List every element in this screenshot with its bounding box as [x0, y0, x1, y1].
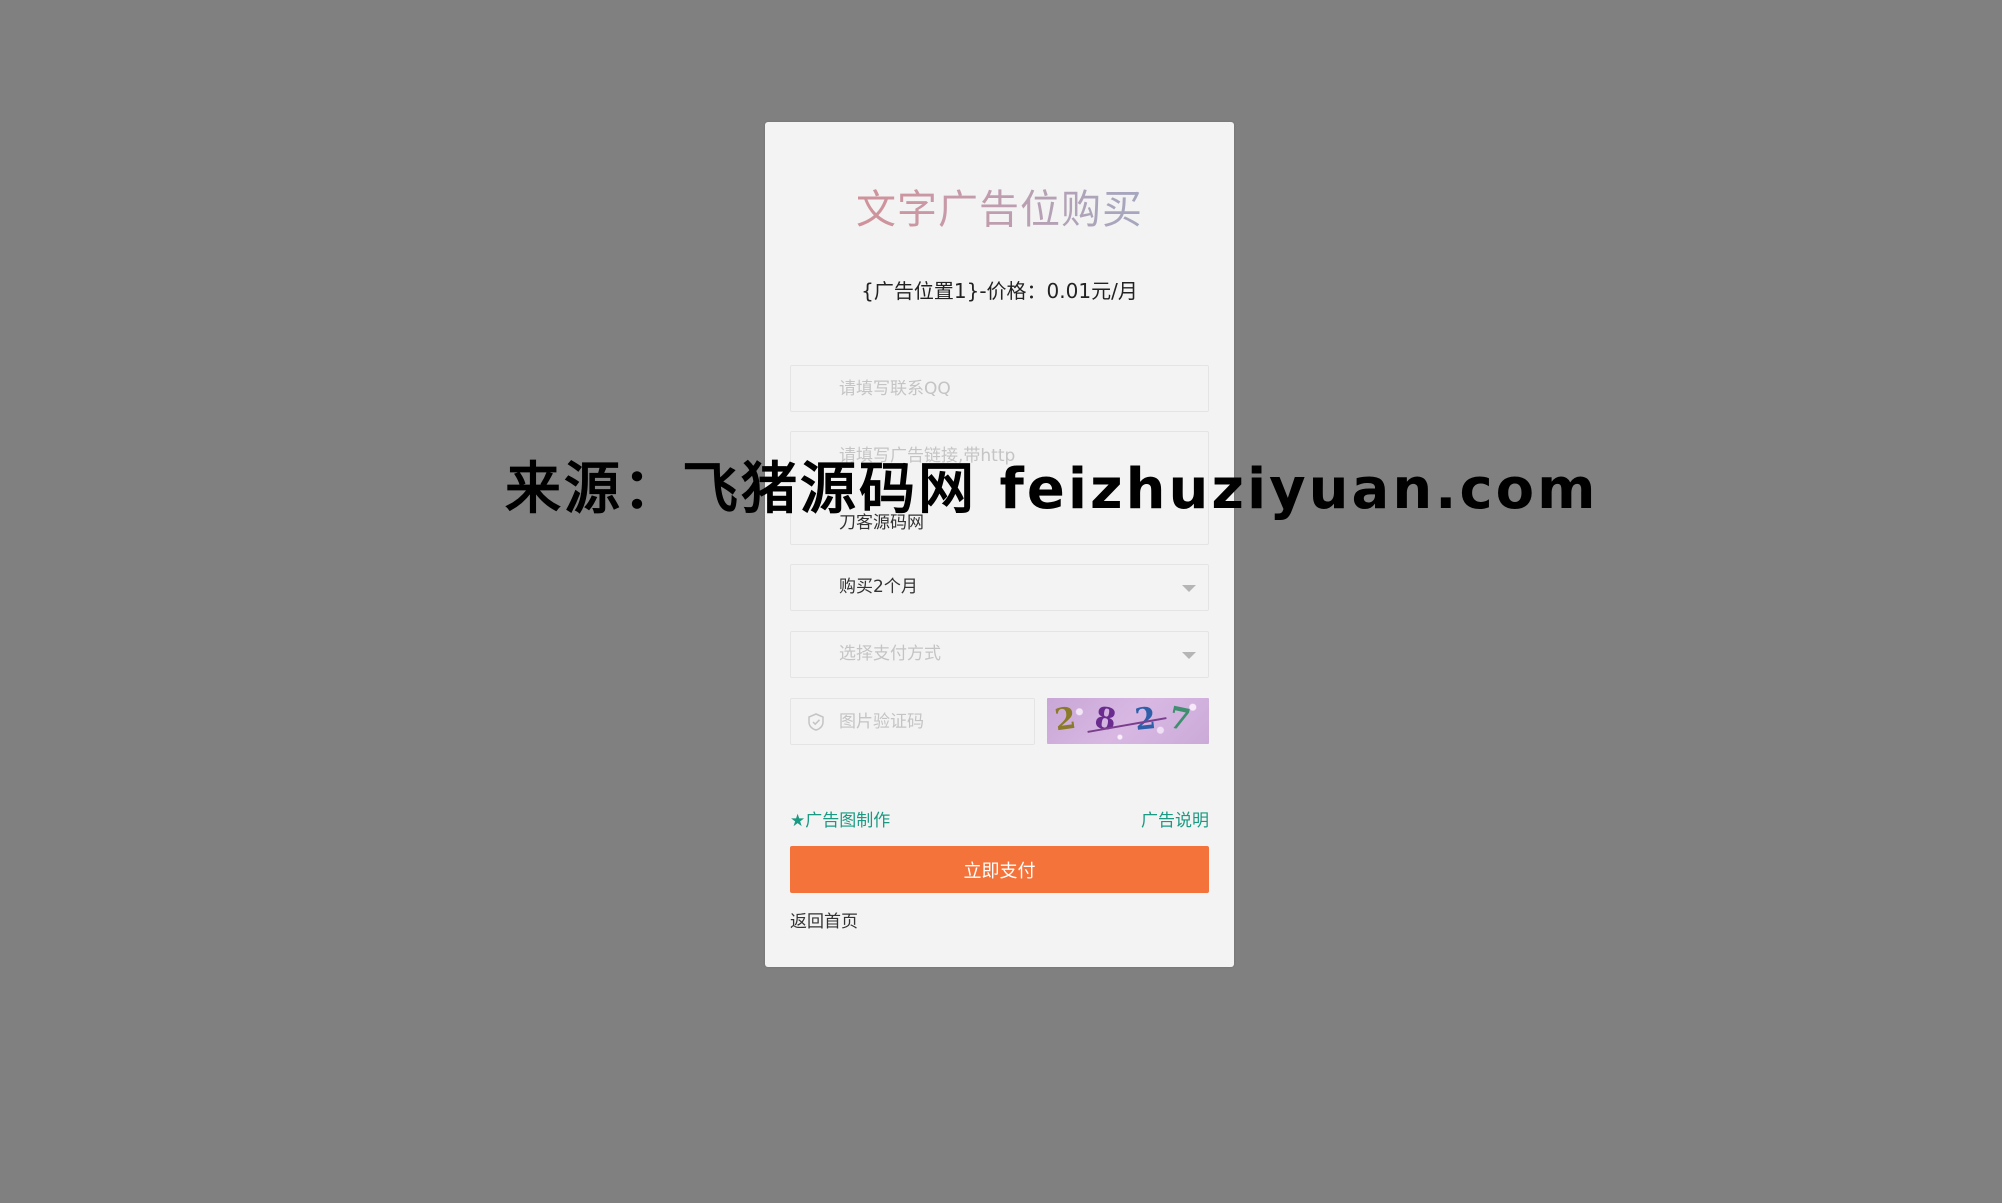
- back-home-link[interactable]: 返回首页: [790, 907, 858, 932]
- captcha-input[interactable]: [791, 699, 1034, 744]
- ad-image-make-link[interactable]: ★广告图制作: [790, 806, 890, 831]
- qq-input[interactable]: [791, 366, 1208, 411]
- caret-down-icon: [1182, 652, 1196, 659]
- month-select-value: 购买2个月: [839, 577, 918, 597]
- ad-purchase-card: 文字广告位购买 {广告位置1}-价格：0.01元/月 刀客源码网 购买2个月 选…: [765, 122, 1234, 967]
- watermark-text: 来源：飞猪源码网 feizhuziyuan.com: [505, 457, 1599, 522]
- month-select[interactable]: 购买2个月: [790, 564, 1209, 611]
- payment-method-select[interactable]: 选择支付方式: [790, 631, 1209, 678]
- qq-field-wrapper: [790, 365, 1209, 412]
- caret-down-icon: [1182, 585, 1196, 592]
- captcha-digit: 7: [1165, 700, 1194, 739]
- page-title: 文字广告位购买: [765, 177, 1234, 235]
- captcha-field-wrapper: [790, 698, 1035, 745]
- pay-now-button[interactable]: 立即支付: [790, 846, 1209, 893]
- ad-description-link[interactable]: 广告说明: [1141, 806, 1209, 831]
- payment-method-placeholder: 选择支付方式: [839, 644, 941, 664]
- price-line: {广告位置1}-价格：0.01元/月: [861, 279, 1138, 303]
- captcha-digit: 2: [1052, 700, 1079, 739]
- shield-check-icon: [808, 713, 824, 731]
- captcha-digit: 8: [1092, 700, 1119, 739]
- captcha-image[interactable]: 2 8 2 7: [1047, 698, 1209, 744]
